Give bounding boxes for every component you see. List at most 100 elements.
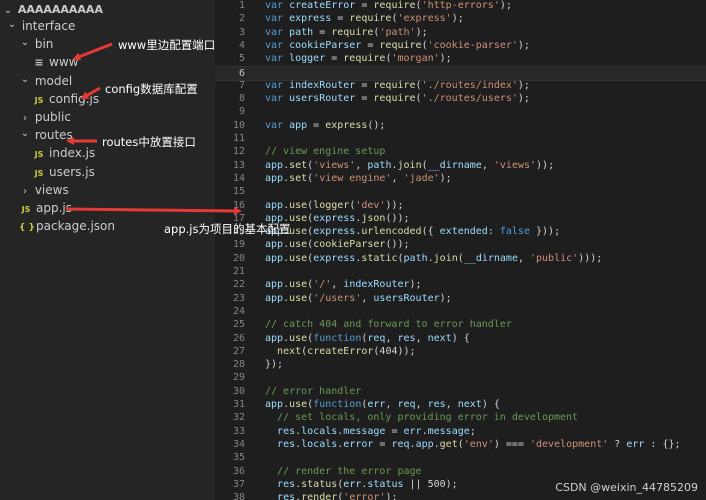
code-text: var indexRouter = require('./routes/inde… <box>265 79 530 91</box>
tree-file[interactable]: JS users.js <box>0 163 215 181</box>
line-number: 21 <box>232 266 245 277</box>
line-number: 15 <box>232 186 245 198</box>
code-line[interactable]: 15 <box>215 185 706 198</box>
line-number: 16 <box>232 199 245 211</box>
tree-file[interactable]: JS app.js <box>0 199 215 217</box>
explorer-root-label: AAAAAAAAAA <box>17 3 103 16</box>
code-line[interactable]: 24 <box>215 305 706 318</box>
code-line[interactable]: 27 next(createError(404)); <box>215 345 706 358</box>
line-number: 14 <box>232 172 245 184</box>
line-number: 13 <box>232 159 245 171</box>
line-number: 30 <box>232 385 245 397</box>
tree-folder[interactable]: ⌄ interface <box>0 17 215 35</box>
code-text: app.use(express.static(path.join(__dirna… <box>265 252 603 264</box>
code-line[interactable]: 11 <box>215 132 706 145</box>
code-line[interactable]: 36 // render the error page <box>215 465 706 478</box>
tree-item-label: index.js <box>49 146 96 161</box>
code-line[interactable]: 13 app.set('views', path.join(__dirname, … <box>215 159 706 172</box>
line-number: 36 <box>232 465 245 477</box>
tree-item-label: public <box>34 110 71 124</box>
code-line[interactable]: 21 <box>215 265 706 278</box>
code-line[interactable]: 9 <box>215 105 706 118</box>
code-text: }); <box>265 359 284 371</box>
tree-item-label: interface <box>21 19 76 33</box>
code-line[interactable]: 1 var createError = require('http-errors'… <box>215 0 706 12</box>
code-line[interactable]: 12 // view engine setup <box>215 145 706 158</box>
explorer-root[interactable]: ⌄ AAAAAAAAAA <box>0 0 215 18</box>
chevron-down-icon: ⌄ <box>20 128 30 140</box>
tree-item-label: package.json <box>36 219 116 234</box>
code-line[interactable]: 5 var logger = require('morgan'); <box>215 52 706 65</box>
tree-folder[interactable]: › public <box>0 108 215 126</box>
line-number: 11 <box>232 133 245 144</box>
code-text: app.use('/users', usersRouter); <box>265 292 452 304</box>
line-number: 10 <box>232 119 245 131</box>
code-text: res.status(err.status || 500); <box>277 478 458 490</box>
line-number: 32 <box>232 412 245 424</box>
watermark: CSDN @weixin_44785209 <box>555 481 698 494</box>
tree-item-label: routes <box>34 128 73 143</box>
line-number: 23 <box>232 292 245 304</box>
line-number: 29 <box>232 372 245 384</box>
code-line[interactable]: 8 var usersRouter = require('./routes/use… <box>215 92 706 105</box>
code-line[interactable]: 22 app.use('/', indexRouter); <box>215 278 706 291</box>
code-line[interactable]: 14 app.set('view engine', 'jade'); <box>215 172 706 185</box>
code-line[interactable]: 16 app.use(logger('dev')); <box>215 199 706 212</box>
code-line[interactable]: 10 var app = express(); <box>215 119 706 132</box>
tree-item-label: config.js <box>49 91 100 106</box>
code-text: res.locals.error = req.app.get('env') ==… <box>277 438 681 450</box>
code-text: var path = require('path'); <box>265 26 428 38</box>
annotation-config: config数据库配置 <box>105 82 198 96</box>
code-text: // error handler <box>265 385 362 397</box>
code-line[interactable]: 32 // set locals, only providing error i… <box>215 411 706 424</box>
code-text: app.set('views', path.join(__dirname, 'v… <box>265 159 555 171</box>
code-line[interactable]: 29 <box>215 371 706 384</box>
line-number: 22 <box>232 279 245 291</box>
line-number: 26 <box>232 332 245 344</box>
code-editor[interactable]: 1 var createError = require('http-errors'… <box>215 0 706 500</box>
code-line[interactable]: 4 var cookieParser = require('cookie-pars… <box>215 39 706 52</box>
line-number: 20 <box>232 252 245 264</box>
chevron-down-icon: ⌄ <box>20 37 30 49</box>
annotation-www: www里边配置端口 <box>118 38 215 52</box>
code-line[interactable]: 28}); <box>215 358 706 371</box>
line-number: 6 <box>238 67 245 79</box>
line-number: 35 <box>232 452 245 464</box>
line-number: 31 <box>232 399 245 410</box>
code-line[interactable]: 30 // error handler <box>215 385 706 398</box>
code-line[interactable]: 20 app.use(express.static(path.join(__dir… <box>215 252 706 265</box>
code-line[interactable]: 35 <box>215 451 706 464</box>
explorer-sidebar: ⌄ AAAAAAAAAA ⌄ interface ⌄ bin ≡ www ⌄ model… <box>0 0 215 500</box>
code-line[interactable]: 19 app.use(cookieParser()); <box>215 238 706 251</box>
code-line[interactable]: 34 res.locals.error = req.app.get('env')… <box>215 438 706 451</box>
code-text: var express = require('express'); <box>265 13 464 25</box>
line-number: 2 <box>238 13 245 25</box>
code-text: var logger = require('morgan'); <box>265 53 452 65</box>
code-line[interactable]: 3 var path = require('path'); <box>215 26 706 39</box>
line-number: 8 <box>238 93 245 105</box>
json-file-icon: { } <box>19 223 35 234</box>
code-text: app.use(cookieParser()); <box>265 239 410 251</box>
code-text: var usersRouter = require('./routes/user… <box>265 93 530 105</box>
code-text: // render the error page <box>277 465 422 477</box>
code-line[interactable]: 23 app.use('/users', usersRouter); <box>215 292 706 305</box>
code-line[interactable]: 7 var indexRouter = require('./routes/ind… <box>215 79 706 92</box>
code-text: app.use(express.urlencoded({ extended: f… <box>265 226 561 238</box>
line-number: 25 <box>232 319 245 331</box>
line-number: 33 <box>232 425 245 437</box>
code-line[interactable]: 33 res.locals.message = err.message; <box>215 425 706 438</box>
line-number: 27 <box>232 345 245 357</box>
line-number: 1 <box>238 0 245 11</box>
annotation-routes: routes中放置接口 <box>102 135 196 149</box>
tree-file[interactable]: ≡ www <box>0 53 215 71</box>
tree-folder[interactable]: › views <box>0 181 215 199</box>
code-line[interactable]: 26 app.use(function(req, res, next) { <box>215 332 706 345</box>
code-text: // catch 404 and forward to error handle… <box>265 319 512 331</box>
code-line[interactable]: 31 app.use(function(err, req, res, next) … <box>215 398 706 411</box>
chevron-down-icon: ⌄ <box>7 19 17 30</box>
code-line[interactable]: 2 var express = require('express'); <box>215 12 706 25</box>
line-number: 4 <box>238 39 245 51</box>
code-line[interactable]: 25 // catch 404 and forward to error hand… <box>215 318 706 331</box>
tree-item-label: www <box>49 55 79 70</box>
tree-item-label: bin <box>34 37 54 52</box>
